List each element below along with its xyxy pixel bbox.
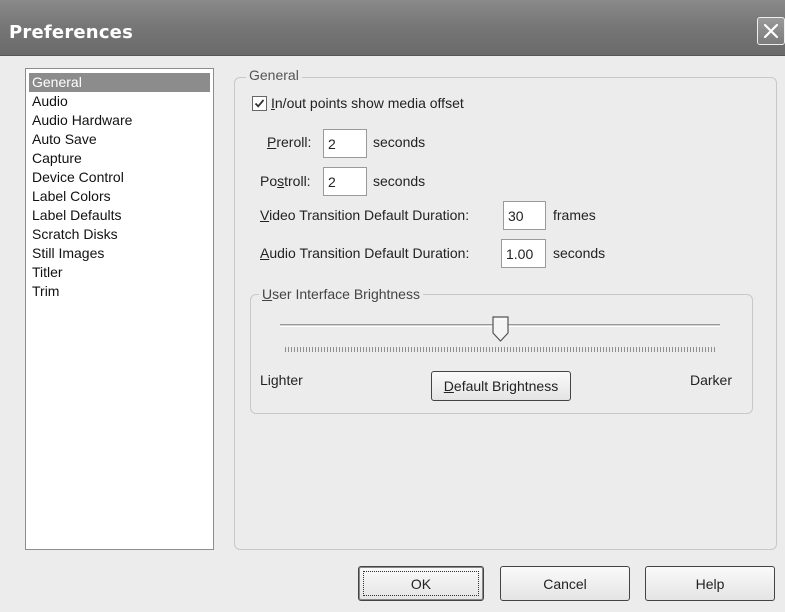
default-brightness-mnemonic: D bbox=[443, 378, 454, 394]
audio-transition-mnemonic: A bbox=[260, 245, 270, 261]
media-offset-label-text: n/out points show media offset bbox=[274, 95, 464, 111]
sidebar-item-scratch-disks[interactable]: Scratch Disks bbox=[29, 225, 210, 244]
general-group-title: General bbox=[246, 67, 302, 83]
default-brightness-label: efault Brightness bbox=[453, 378, 559, 394]
sidebar-item-titler[interactable]: Titler bbox=[29, 263, 210, 282]
audio-transition-label-text: udio Transition Default Duration: bbox=[269, 245, 470, 261]
audio-transition-input[interactable] bbox=[501, 239, 546, 268]
video-transition-label: Video Transition Default Duration: bbox=[260, 207, 469, 223]
audio-transition-unit: seconds bbox=[553, 245, 606, 261]
postroll-unit: seconds bbox=[373, 173, 426, 189]
sidebar-item-still-images[interactable]: Still Images bbox=[29, 244, 210, 263]
brightness-slider-ticks bbox=[285, 347, 716, 352]
video-transition-unit: frames bbox=[553, 207, 596, 223]
sidebar-item-general[interactable]: General bbox=[29, 73, 210, 92]
sidebar-item-audio-hardware[interactable]: Audio Hardware bbox=[29, 111, 210, 130]
ok-button[interactable]: OK bbox=[358, 566, 484, 601]
window-title: Preferences bbox=[9, 22, 134, 43]
close-icon bbox=[763, 23, 779, 39]
brightness-group-title: User Interface Brightness bbox=[259, 286, 423, 302]
brightness-mnemonic: U bbox=[262, 286, 273, 302]
postroll-input[interactable] bbox=[323, 167, 367, 196]
preroll-input[interactable] bbox=[323, 129, 367, 158]
brightness-slider-thumb[interactable] bbox=[491, 316, 509, 342]
media-offset-checkbox[interactable] bbox=[252, 95, 267, 111]
sidebar-item-label-defaults[interactable]: Label Defaults bbox=[29, 206, 210, 225]
cancel-button[interactable]: Cancel bbox=[500, 566, 630, 601]
video-transition-label-text: ideo Transition Default Duration: bbox=[269, 207, 470, 223]
sidebar-item-audio[interactable]: Audio bbox=[29, 92, 210, 111]
close-button[interactable] bbox=[757, 17, 785, 45]
preroll-label-text: reroll: bbox=[276, 134, 312, 150]
media-offset-option[interactable]: In/out points show media offset bbox=[252, 93, 464, 113]
sidebar-item-device-control[interactable]: Device Control bbox=[29, 168, 210, 187]
preferences-window: Preferences General Audio Audio Hardware… bbox=[0, 0, 785, 612]
preroll-unit: seconds bbox=[373, 134, 426, 150]
help-button[interactable]: Help bbox=[645, 566, 775, 601]
sidebar-item-capture[interactable]: Capture bbox=[29, 149, 210, 168]
lighter-label: Lighter bbox=[260, 372, 303, 388]
checkmark-icon bbox=[254, 98, 265, 108]
sidebar-item-trim[interactable]: Trim bbox=[29, 282, 210, 301]
darker-label: Darker bbox=[690, 372, 733, 388]
sidebar-item-label-colors[interactable]: Label Colors bbox=[29, 187, 210, 206]
postroll-label: Postroll: bbox=[260, 173, 311, 189]
title-bar[interactable]: Preferences bbox=[0, 0, 785, 56]
video-transition-mnemonic: V bbox=[260, 207, 270, 223]
postroll-label-text: troll: bbox=[284, 173, 311, 189]
video-transition-input[interactable] bbox=[503, 201, 546, 230]
media-offset-label: In/out points show media offset bbox=[271, 95, 464, 111]
default-brightness-button[interactable]: Default Brightness bbox=[431, 371, 571, 401]
preroll-mnemonic: P bbox=[267, 134, 277, 150]
preroll-label: Preroll: bbox=[267, 134, 311, 150]
postroll-label-pre: Po bbox=[260, 173, 278, 189]
sidebar-item-auto-save[interactable]: Auto Save bbox=[29, 130, 210, 149]
brightness-title-text: ser Interface Brightness bbox=[272, 286, 420, 302]
audio-transition-label: Audio Transition Default Duration: bbox=[260, 245, 469, 261]
category-list[interactable]: General Audio Audio Hardware Auto Save C… bbox=[25, 68, 214, 550]
